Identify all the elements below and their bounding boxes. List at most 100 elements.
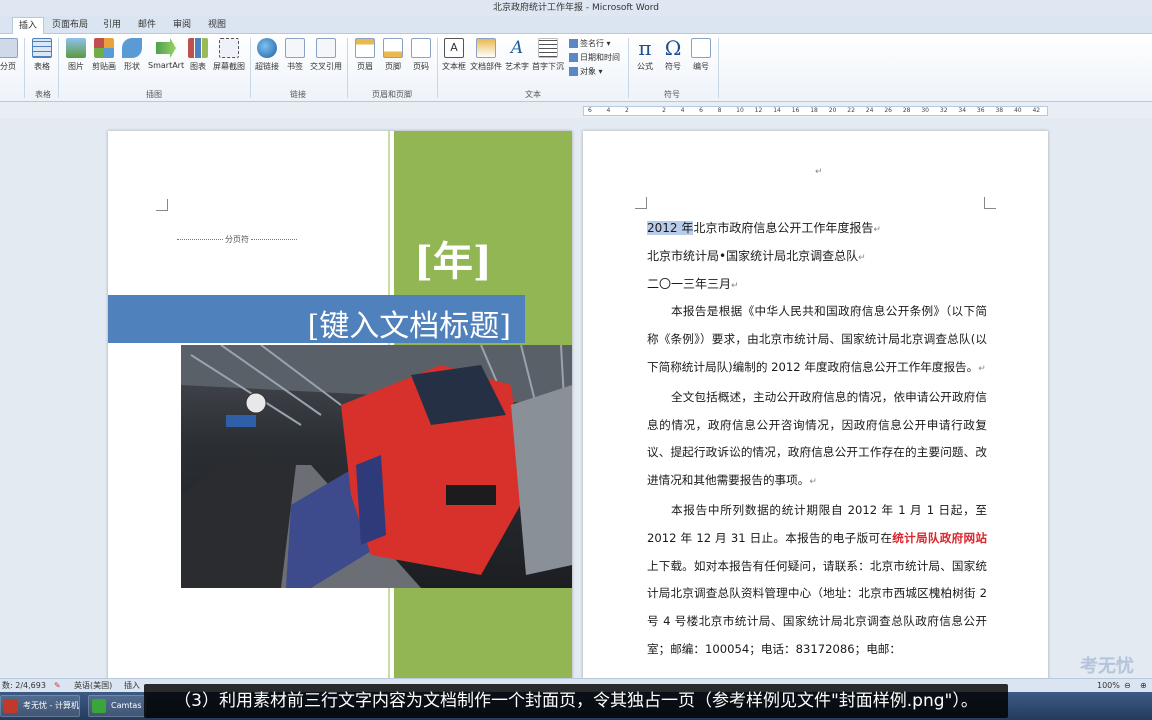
smartart-button[interactable]: SmartArt — [148, 38, 184, 70]
doc-paragraph-3[interactable]: 本报告中所列数据的统计期限自 2012 年 1 月 1 日起，至 2012 年 … — [647, 497, 987, 664]
dropcap-icon — [538, 38, 558, 58]
doc-paragraph-1[interactable]: 本报告是根据《中华人民共和国政府信息公开条例》（以下简称《条例》）要求，由北京市… — [647, 298, 987, 383]
ruler-tick: 6 — [699, 107, 703, 114]
group-text-label: 文本 — [525, 90, 541, 99]
equation-button[interactable]: π 公式 — [631, 38, 659, 72]
doc-line-1[interactable]: 2012 年北京市政府信息公开工作年度报告↵ — [647, 215, 987, 243]
taskbar-item-exam[interactable]: 考无忧 - 计算机... — [0, 695, 80, 717]
paragraph-mark: ↵ — [815, 167, 823, 177]
quickparts-button[interactable]: 文档部件 — [469, 38, 503, 72]
page-number-button[interactable]: 页码 — [407, 38, 435, 72]
doc-line-2-text: 北京市统计局•国家统计局北京调查总队 — [647, 248, 859, 263]
ribbon-separator — [58, 38, 59, 98]
signature-icon — [569, 39, 578, 48]
table-button[interactable]: 表格 — [28, 38, 56, 72]
word-count[interactable]: 数: 2/4,693 — [2, 679, 46, 693]
zoom-level[interactable]: 100% — [1097, 679, 1120, 693]
table-icon — [32, 38, 52, 58]
object-button[interactable]: 对象 ▾ — [569, 66, 603, 77]
tab-references[interactable]: 引用 — [98, 17, 126, 34]
number-icon — [691, 38, 711, 58]
taskbar-item-label: 考无忧 - 计算机... — [23, 701, 79, 710]
window-title-bar: 北京政府统计工作年报 - Microsoft Word — [0, 0, 1152, 16]
ruler-tick: 28 — [902, 107, 911, 114]
tab-page-layout[interactable]: 页面布局 — [50, 17, 90, 34]
ruler-tick: 40 — [1013, 107, 1022, 114]
dropcap-button[interactable]: 首字下沉 — [531, 38, 565, 72]
taskbar-item-camtasia[interactable]: Camtas — [88, 695, 146, 717]
page-break-button[interactable]: 分页 — [0, 38, 22, 72]
proofing-icon[interactable]: ✎ — [54, 679, 61, 693]
picture-label: 图片 — [68, 62, 84, 71]
doc-line-1-text: 北京市政府信息公开工作年度报告 — [693, 221, 874, 235]
clipart-button[interactable]: 剪贴画 — [90, 38, 118, 72]
insert-mode[interactable]: 插入 — [124, 679, 140, 693]
camtasia-icon — [92, 699, 106, 713]
group-links-label: 链接 — [290, 90, 306, 99]
ruler-tick: 36 — [976, 107, 985, 114]
cover-train-image[interactable] — [181, 345, 572, 588]
ruler-tick: 30 — [921, 107, 929, 114]
ruler-tick: 38 — [995, 107, 1004, 114]
horizontal-ruler[interactable]: 6 4 2 2 4 6 8 10 12 14 16 18 20 22 24 26 28 30 32 34 36 38 40 4… — [583, 106, 1048, 116]
doc-line-3-text: 二〇一三年三月 — [647, 276, 732, 291]
paragraph-mark: ↵ — [809, 477, 817, 488]
website-link-text[interactable]: 统计局队政府网站 — [892, 531, 987, 545]
doc-line-3[interactable]: 二〇一三年三月↵ — [647, 271, 987, 299]
cross-reference-icon — [316, 38, 336, 58]
footer-button[interactable]: 页脚 — [379, 38, 407, 72]
ribbon-separator — [347, 38, 348, 98]
document-body[interactable]: 2012 年北京市政府信息公开工作年度报告↵ 北京市统计局•国家统计局北京调查总… — [647, 215, 987, 664]
language-indicator[interactable]: 英语(美国) — [74, 679, 112, 693]
cover-page: 分页符 [年] [键入文档标题] — [108, 131, 572, 681]
tab-insert[interactable]: 插入 — [12, 17, 44, 34]
doc-paragraph-2-text: 全文包括概述，主动公开政府信息的情况，依申请公开政府信息的情况，政府信息公开咨询… — [647, 389, 987, 488]
ruler-tick: 10 — [736, 107, 744, 114]
bookmark-button[interactable]: 书签 — [281, 38, 309, 72]
ribbon-tab-bar: 插入 页面布局 引用 邮件 审阅 视图 — [0, 16, 1152, 34]
footer-icon — [383, 38, 403, 58]
number-label: 编号 — [693, 62, 709, 71]
shapes-button[interactable]: 形状 — [118, 38, 146, 72]
signature-line-button[interactable]: 签名行 ▾ — [569, 38, 611, 49]
screenshot-label: 屏幕截图 — [213, 62, 245, 71]
group-header-footer-label: 页眉和页脚 — [372, 90, 412, 99]
zoom-in-icon[interactable]: ⊕ — [1140, 679, 1147, 693]
document-page[interactable]: ↵ 2012 年北京市政府信息公开工作年度报告↵ 北京市统计局•国家统计局北京调… — [583, 131, 1048, 681]
tab-view[interactable]: 视图 — [203, 17, 231, 34]
header-button[interactable]: 页眉 — [351, 38, 379, 72]
date-time-button[interactable]: 日期和时间 — [569, 52, 620, 63]
object-label: 对象 — [580, 67, 596, 76]
zoom-out-icon[interactable]: ⊖ — [1124, 679, 1131, 693]
number-button[interactable]: 编号 — [687, 38, 715, 72]
cover-title-placeholder[interactable]: [键入文档标题] — [308, 301, 511, 345]
wordart-button[interactable]: A 艺术字 — [503, 38, 531, 72]
wordart-icon: A — [510, 38, 524, 58]
picture-button[interactable]: 图片 — [62, 38, 90, 72]
symbol-button[interactable]: Ω 符号 — [659, 38, 687, 72]
bookmark-icon — [285, 38, 305, 58]
ribbon-separator — [250, 38, 251, 98]
tab-review[interactable]: 审阅 — [168, 17, 196, 34]
textbox-button[interactable]: A 文本框 — [440, 38, 468, 72]
margin-corner-mark — [635, 197, 647, 209]
cover-year-placeholder[interactable]: [年] — [414, 229, 492, 287]
cross-reference-button[interactable]: 交叉引用 — [309, 38, 343, 72]
tab-mailings-label: 邮件 — [137, 20, 156, 30]
selected-text[interactable]: 2012 年 — [647, 221, 694, 235]
hyperlink-button[interactable]: 超链接 — [253, 38, 281, 72]
doc-line-2[interactable]: 北京市统计局•国家统计局北京调查总队↵ — [647, 243, 987, 271]
quickparts-icon — [476, 38, 496, 58]
screenshot-button[interactable]: 屏幕截图 — [212, 38, 246, 72]
chart-button[interactable]: 图表 — [184, 38, 212, 72]
ruler-tick: 42 — [1032, 107, 1041, 114]
paragraph-mark: ↵ — [858, 252, 866, 263]
screenshot-icon — [219, 38, 239, 58]
ribbon-separator — [24, 38, 25, 98]
tab-references-label: 引用 — [102, 20, 121, 30]
doc-paragraph-2[interactable]: 全文包括概述，主动公开政府信息的情况，依申请公开政府信息的情况，政府信息公开咨询… — [647, 384, 987, 497]
page-break-label: 分页 — [0, 62, 16, 71]
ruler-tick: 16 — [791, 107, 800, 114]
ruler-tick: 2 — [625, 107, 629, 114]
tab-mailings[interactable]: 邮件 — [133, 17, 161, 34]
